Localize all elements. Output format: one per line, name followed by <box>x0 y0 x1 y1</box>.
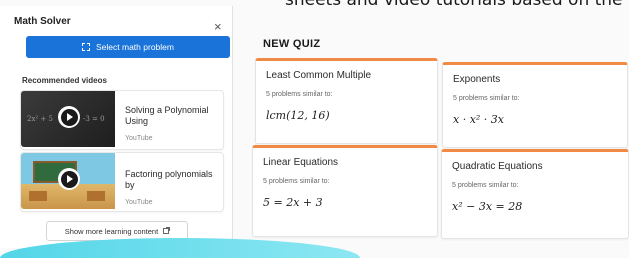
thumbnail-equation-right: -3 = 0 <box>83 115 105 123</box>
video-thumbnail <box>21 153 115 209</box>
video-card[interactable]: Factoring polynomials by YouTube <box>20 152 224 212</box>
quiz-card-title: Quadratic Equations <box>452 161 543 172</box>
quiz-card-quadratic-equations[interactable]: Quadratic Equations 5 problems similar t… <box>441 149 629 239</box>
quiz-card-exponents[interactable]: Exponents 5 problems similar to: x · x² … <box>442 62 628 148</box>
quiz-card-subtitle: 5 problems similar to: <box>453 95 520 102</box>
page-headline: sheets and video tutorials based on the … <box>285 0 625 10</box>
quiz-card-title: Linear Equations <box>263 157 339 168</box>
video-card[interactable]: 2x² + 5 -3 = 0 Solving a Polynomial Usin… <box>20 90 224 150</box>
select-math-problem-label: Select math problem <box>96 42 174 52</box>
quiz-card-title: Exponents <box>453 74 501 85</box>
recommended-videos-label: Recommended videos <box>22 76 107 85</box>
quiz-card-equation: 5 = 2x + 3 <box>263 196 323 209</box>
video-source: YouTube <box>125 199 153 206</box>
video-source: YouTube <box>125 135 153 142</box>
select-math-problem-button[interactable]: Select math problem <box>26 36 230 58</box>
video-thumbnail: 2x² + 5 -3 = 0 <box>21 91 115 147</box>
thumbnail-equation-left: 2x² + 5 <box>27 115 53 123</box>
selection-square-icon <box>82 43 91 51</box>
quiz-card-lcm[interactable]: Least Common Multiple 5 problems similar… <box>255 58 438 144</box>
play-icon[interactable] <box>58 168 80 190</box>
quiz-card-linear-equations[interactable]: Linear Equations 5 problems similar to: … <box>252 145 438 237</box>
show-more-label: Show more learning content <box>64 226 159 236</box>
quiz-card-equation: lcm(12, 16) <box>266 109 330 122</box>
quiz-card-subtitle: 5 problems similar to: <box>263 178 330 185</box>
video-title: Solving a Polynomial Using <box>125 105 209 126</box>
play-icon[interactable] <box>58 106 80 128</box>
close-icon[interactable]: × <box>214 20 222 33</box>
quiz-card-subtitle: 5 problems similar to: <box>266 91 333 98</box>
new-quiz-heading: NEW QUIZ <box>263 38 321 50</box>
external-link-icon <box>163 227 171 234</box>
quiz-card-equation: x · x² · 3x <box>453 113 504 126</box>
panel-title: Math Solver <box>14 16 71 27</box>
quiz-card-equation: x² − 3x = 28 <box>452 200 523 213</box>
quiz-card-title: Least Common Multiple <box>266 70 372 81</box>
video-title: Factoring polynomials by <box>125 169 213 190</box>
math-solver-panel: Math Solver × Select math problem Recomm… <box>0 6 233 248</box>
quiz-card-subtitle: 5 problems similar to: <box>452 182 519 189</box>
